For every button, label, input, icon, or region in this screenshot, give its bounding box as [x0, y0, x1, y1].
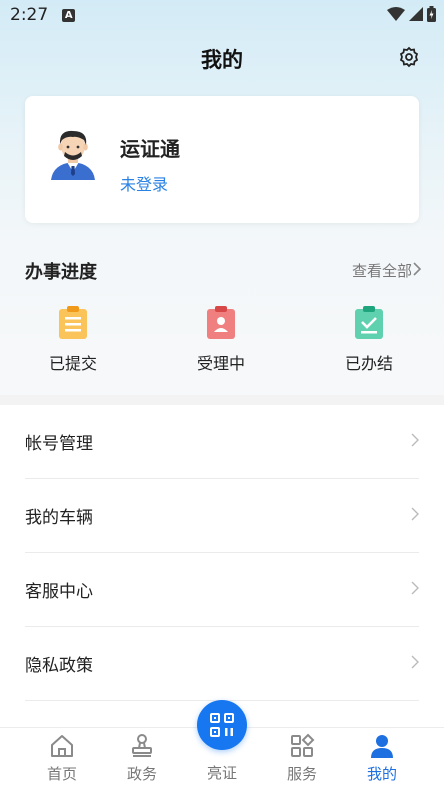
- menu-item-account[interactable]: 帐号管理: [25, 405, 419, 479]
- menu-item-privacy[interactable]: 隐私政策: [25, 627, 419, 701]
- view-all-link[interactable]: 查看全部: [352, 260, 412, 281]
- chevron-right-icon: [411, 433, 419, 447]
- menu-item-customer-service[interactable]: 客服中心: [25, 553, 419, 627]
- tab-label[interactable]: 亮证: [182, 762, 262, 783]
- progress-item-label: 已提交: [48, 354, 97, 373]
- status-time: 2:27: [10, 5, 49, 25]
- progress-section-title: 办事进度: [25, 262, 97, 283]
- progress-item-processing[interactable]: 受理中: [166, 306, 276, 374]
- show-certificate-button[interactable]: [197, 700, 247, 750]
- battery-icon: [427, 6, 436, 22]
- menu-item-label: 隐私政策: [25, 656, 93, 676]
- avatar: [51, 130, 95, 180]
- chevron-right-icon: [411, 581, 419, 595]
- section-divider: [0, 395, 444, 405]
- progress-item-completed[interactable]: 已办结: [314, 306, 424, 374]
- stamp-icon: [132, 734, 152, 757]
- gear-icon[interactable]: [398, 46, 420, 68]
- chevron-right-icon[interactable]: [412, 261, 422, 277]
- menu-item-label: 客服中心: [25, 582, 93, 602]
- home-icon: [51, 735, 73, 757]
- signal-icon: [409, 7, 423, 21]
- completed-doc-icon: [355, 306, 383, 339]
- menu-list: 帐号管理 我的车辆 客服中心 隐私政策: [0, 405, 444, 701]
- processing-doc-icon: [207, 306, 235, 339]
- tab-label: 服务: [286, 765, 317, 783]
- page-title: 我的: [201, 48, 243, 72]
- notification-badge-icon: A: [62, 8, 76, 22]
- tab-label: 首页: [46, 765, 77, 783]
- tab-home[interactable]: 首页: [22, 732, 102, 784]
- profile-card[interactable]: 运证通 未登录: [25, 96, 419, 223]
- progress-item-submitted[interactable]: 已提交: [18, 306, 128, 374]
- tab-mine[interactable]: 我的: [342, 732, 422, 784]
- tab-government[interactable]: 政务: [102, 732, 182, 784]
- grid-icon: [291, 733, 315, 757]
- progress-item-label: 已办结: [344, 354, 393, 373]
- login-status-link[interactable]: 未登录: [120, 171, 168, 195]
- status-bar: 2:27 A: [0, 0, 444, 30]
- progress-item-label: 受理中: [196, 354, 245, 373]
- wifi-icon: [387, 7, 405, 21]
- menu-item-label: 我的车辆: [25, 508, 93, 528]
- status-icons: [387, 6, 436, 22]
- chevron-right-icon: [411, 655, 419, 669]
- submitted-doc-icon: [59, 306, 87, 339]
- tab-label: 我的: [366, 765, 397, 783]
- qr-code-icon: [210, 713, 234, 737]
- app-header: 我的: [0, 40, 444, 74]
- person-icon: [371, 735, 393, 758]
- chevron-right-icon: [411, 507, 419, 521]
- tab-services[interactable]: 服务: [262, 732, 342, 784]
- tab-label: 政务: [126, 765, 157, 783]
- app-name: 运证通: [120, 137, 180, 161]
- menu-item-label: 帐号管理: [25, 434, 93, 454]
- menu-item-vehicles[interactable]: 我的车辆: [25, 479, 419, 553]
